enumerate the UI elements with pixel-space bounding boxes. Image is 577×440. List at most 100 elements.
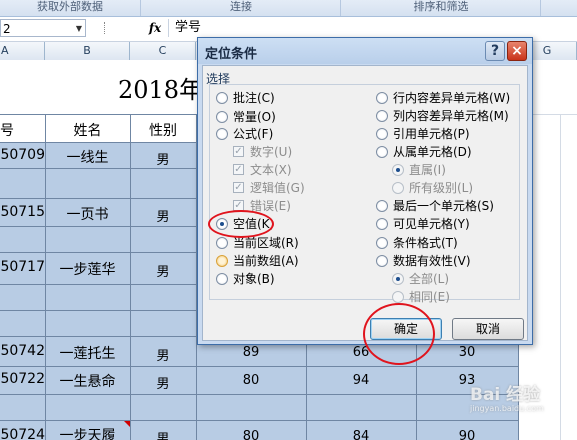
option-precedents-label: 引用单元格(P) [393,127,470,141]
radio-dependents[interactable] [376,146,388,158]
ribbon-group-sort-filter[interactable]: 排序和筛选 [340,0,541,16]
option-blanks-label: 空值(K) [233,217,275,231]
radio-data-validation[interactable] [376,255,388,267]
resize-grip[interactable] [104,22,107,34]
radio-precedents[interactable] [376,128,388,140]
radio-blanks[interactable] [216,218,228,230]
radio-objects[interactable] [216,273,228,285]
cell-e-4[interactable]: 66 [306,345,416,360]
option-errors-label: 错误(E) [250,199,291,213]
cell-e-5[interactable]: 94 [306,373,416,388]
option-logicals-label: 逻辑值(G) [250,181,305,195]
help-button[interactable]: ? [485,41,505,61]
column-header-c[interactable]: C [130,42,196,60]
radio-last-cell[interactable] [376,200,388,212]
header-cell-name[interactable]: 姓名 [45,120,130,140]
checkbox-text[interactable]: ✓ [233,164,244,175]
option-column-differences-label: 列内容差异单元格(M) [393,109,509,123]
option-data-validation-label: 数据有效性(V) [393,254,471,268]
cell-f-6[interactable]: 90 [416,429,518,440]
radio-comments[interactable] [216,92,228,104]
option-last-cell-label: 最后一个单元格(S) [393,199,494,213]
column-header-b[interactable]: B [45,42,130,60]
radio-current-region[interactable] [216,237,228,249]
formula-input[interactable]: 学号 [168,19,577,37]
watermark-subtext: jingyan.baidu.com [470,404,544,413]
cell-name-6[interactable]: 一步天履 [45,425,130,440]
cell-d-6[interactable]: 80 [196,429,306,440]
ribbon-strip: 获取外部数据 连接 排序和筛选 [0,0,577,17]
radio-all-levels[interactable] [392,182,404,194]
column-header-a[interactable]: A [0,42,45,60]
header-cell-gender[interactable]: 性别 [130,120,196,140]
close-button[interactable]: × [507,41,527,61]
checkbox-errors[interactable]: ✓ [233,200,244,211]
option-visible-cells-label: 可见单元格(Y) [393,217,470,231]
option-formulas-label: 公式(F) [233,127,274,141]
cell-f-4[interactable]: 30 [416,345,518,360]
cell-name-3[interactable]: 一步莲华 [45,259,130,279]
option-row-differences-label: 行内容差异单元格(W) [393,91,511,105]
cell-id-5[interactable]: 50722 [0,371,45,387]
dialog-title: 定位条件 [205,47,258,62]
cell-name-5[interactable]: 一生悬命 [45,371,130,391]
option-comments-label: 批注(C) [233,91,275,105]
option-objects-label: 对象(B) [233,272,275,286]
cell-name-2[interactable]: 一页书 [45,204,130,224]
radio-conditional-formats[interactable] [376,237,388,249]
option-constants-label: 常量(O) [233,110,276,124]
option-direct-only-label: 直属(I) [409,163,446,177]
option-conditional-formats-label: 条件格式(T) [393,236,458,250]
radio-direct-only[interactable] [392,164,404,176]
option-dependents-label: 从属单元格(D) [393,145,472,159]
dialog-titlebar[interactable]: 定位条件 ? × [198,38,532,64]
checkbox-logicals[interactable]: ✓ [233,182,244,193]
option-text-label: 文本(X) [250,163,292,177]
cell-gender-5[interactable]: 男 [130,373,196,392]
option-validation-same-label: 相同(E) [409,290,450,304]
ribbon-group-connections[interactable]: 连接 [140,0,341,16]
cell-gender-6[interactable]: 男 [130,428,196,440]
name-box[interactable]: 2 ▼ [0,19,86,37]
cell-id-6[interactable]: 50724 [0,427,45,440]
baidu-watermark: Bai 经验 jingyan.baidu.com [470,380,574,416]
cell-d-5[interactable]: 80 [196,373,306,388]
header-cell-id[interactable]: 号 [0,120,45,140]
cell-id-2[interactable]: 50715 [0,204,45,220]
comment-indicator[interactable] [124,421,130,427]
go-to-special-dialog: 定位条件 ? × 选择 批注(C) 常量(O) 公式(F) ✓ 数字(U) ✓ … [197,37,533,345]
radio-formulas[interactable] [216,128,228,140]
cell-gender-4[interactable]: 男 [130,345,196,364]
cell-gender-3[interactable]: 男 [130,261,196,280]
option-numbers-label: 数字(U) [250,145,293,159]
cell-name-4[interactable]: 一莲托生 [45,343,130,363]
cell-gender-2[interactable]: 男 [130,206,196,225]
radio-validation-all[interactable] [392,273,404,285]
cell-id-4[interactable]: 50742 [0,343,45,359]
ribbon-group-next[interactable] [540,0,577,16]
name-box-value: 2 [3,22,11,36]
option-current-region-label: 当前区域(R) [233,236,299,250]
radio-validation-same[interactable] [392,291,404,303]
radio-current-array[interactable] [216,255,228,267]
watermark-text: Bai 经验 [470,385,541,405]
chevron-down-icon[interactable]: ▼ [76,20,82,38]
option-all-levels-label: 所有级别(L) [409,181,474,195]
radio-column-differences[interactable] [376,110,388,122]
cell-id-1[interactable]: 50709 [0,147,45,163]
option-current-array-label: 当前数组(A) [233,254,299,268]
sheet-title: 2018年 [118,76,204,104]
cell-e-6[interactable]: 84 [306,429,416,440]
cell-id-3[interactable]: 50717 [0,259,45,275]
cell-name-1[interactable]: 一线生 [45,147,130,167]
insert-function-button[interactable]: fx [144,19,166,37]
radio-row-differences[interactable] [376,92,388,104]
radio-visible-cells[interactable] [376,218,388,230]
cell-gender-1[interactable]: 男 [130,149,196,168]
cell-d-4[interactable]: 89 [196,345,306,360]
ribbon-group-external-data[interactable]: 获取外部数据 [0,0,140,16]
checkbox-numbers[interactable]: ✓ [233,146,244,157]
ok-button[interactable]: 确定 [370,318,442,340]
cancel-button[interactable]: 取消 [452,318,524,340]
radio-constants[interactable] [216,111,228,123]
